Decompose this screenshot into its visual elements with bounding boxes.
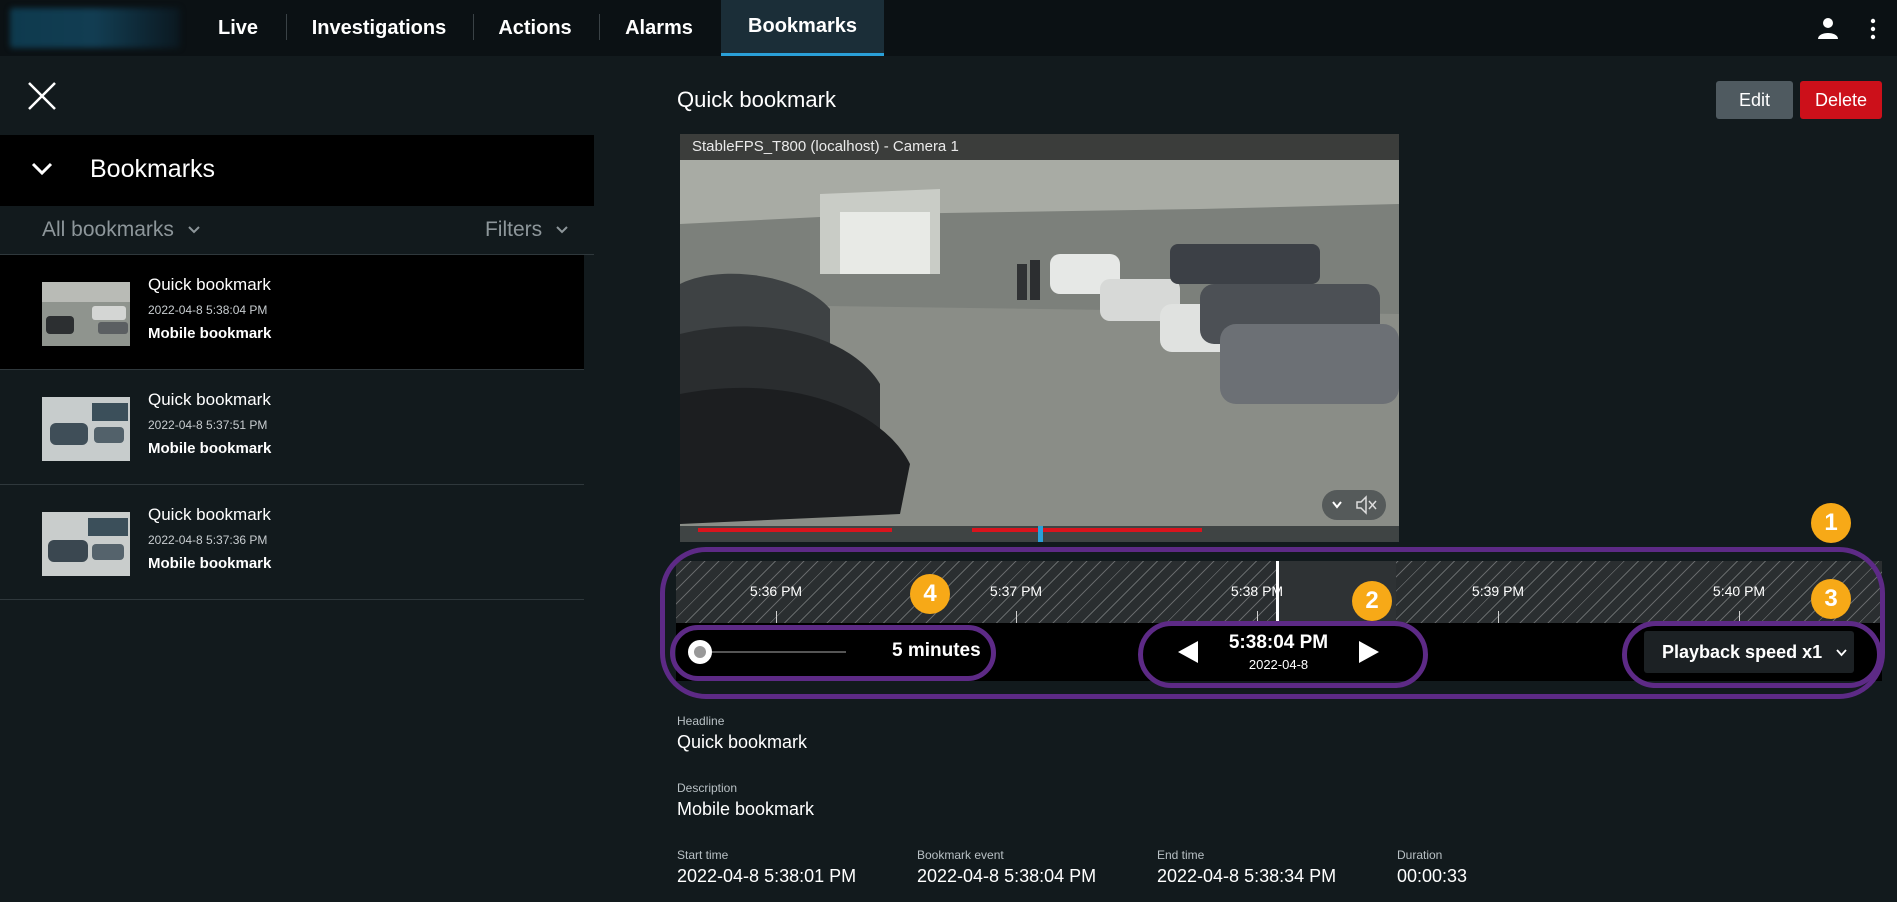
mute-icon[interactable] xyxy=(1352,490,1382,520)
bookmark-description: Mobile bookmark xyxy=(148,555,272,572)
all-bookmarks-dropdown[interactable]: All bookmarks xyxy=(42,218,200,242)
more-vertical-icon[interactable] xyxy=(1870,18,1876,40)
camera-frame xyxy=(680,134,1399,542)
nav-divider xyxy=(286,14,287,40)
end-time-value: 2022-04-8 5:38:34 PM xyxy=(1157,866,1337,886)
logo xyxy=(10,8,180,48)
bookmark-name: Quick bookmark xyxy=(148,505,271,524)
annotation-ring xyxy=(670,625,996,681)
bookmark-date: 2022-04-8 5:37:36 PM xyxy=(148,533,268,547)
end-time-label: End time xyxy=(1157,848,1205,862)
bookmark-date: 2022-04-8 5:37:51 PM xyxy=(148,418,268,432)
filter-row: All bookmarks Filters xyxy=(0,206,594,255)
video-player[interactable]: StableFPS_T800 (localhost) - Camera 1 xyxy=(680,134,1399,542)
camera-title-bar: StableFPS_T800 (localhost) - Camera 1 xyxy=(680,134,1399,160)
bookmark-thumbnail xyxy=(42,512,130,576)
list-item[interactable]: Quick bookmark 2022-04-8 5:37:36 PM Mobi… xyxy=(0,485,584,600)
description-value: Mobile bookmark xyxy=(677,799,815,819)
chevron-down-icon xyxy=(556,226,568,234)
page-title: Quick bookmark xyxy=(677,87,836,112)
user-icon[interactable] xyxy=(1816,16,1840,40)
list-item[interactable]: Quick bookmark 2022-04-8 5:38:04 PM Mobi… xyxy=(0,255,584,370)
video-controls[interactable] xyxy=(1322,490,1386,520)
annotation-ring xyxy=(1138,621,1428,688)
bookmark-date: 2022-04-8 5:38:04 PM xyxy=(148,303,268,317)
top-navigation-bar: Live Investigations Actions Alarms Bookm… xyxy=(0,0,1897,56)
annotation-marker: 2 xyxy=(1352,581,1392,621)
camera-label: StableFPS_T800 (localhost) - Camera 1 xyxy=(692,138,959,155)
bookmark-name: Quick bookmark xyxy=(148,390,271,409)
start-time-label: Start time xyxy=(677,848,729,862)
annotation-marker: 4 xyxy=(910,574,950,614)
start-time-value: 2022-04-8 5:38:01 PM xyxy=(677,866,857,886)
tab-live[interactable]: Live xyxy=(196,0,280,56)
chevron-down-icon[interactable] xyxy=(30,157,54,181)
bookmark-description: Mobile bookmark xyxy=(148,325,272,342)
bookmark-thumbnail xyxy=(42,397,130,461)
filters-label: Filters xyxy=(484,218,543,241)
bookmarks-sidebar: Bookmarks All bookmarks Filters Quick bo… xyxy=(0,56,594,902)
tab-alarms[interactable]: Alarms xyxy=(613,0,705,56)
duration-value: 00:00:33 xyxy=(1397,866,1468,886)
annotation-marker: 3 xyxy=(1811,579,1851,619)
chevron-down-icon xyxy=(188,226,200,234)
bookmark-description: Mobile bookmark xyxy=(148,440,272,457)
list-item[interactable]: Quick bookmark 2022-04-8 5:37:51 PM Mobi… xyxy=(0,370,584,485)
bookmark-event-label: Bookmark event xyxy=(917,848,1004,862)
headline-value: Quick bookmark xyxy=(677,732,808,752)
bookmarks-title: Bookmarks xyxy=(90,155,216,183)
nav-divider xyxy=(599,14,600,40)
headline-label: Headline xyxy=(677,714,725,728)
bookmark-name: Quick bookmark xyxy=(148,275,271,294)
annotation-marker: 1 xyxy=(1811,503,1851,543)
nav-divider xyxy=(473,14,474,40)
edit-button[interactable]: Edit xyxy=(1716,81,1793,119)
filters-dropdown[interactable]: Filters xyxy=(485,218,568,242)
video-scrub-bar[interactable] xyxy=(680,526,1399,542)
delete-button[interactable]: Delete xyxy=(1800,81,1882,119)
tab-bookmarks[interactable]: Bookmarks xyxy=(721,0,884,56)
annotation-ring xyxy=(1622,621,1882,688)
all-bookmarks-label: All bookmarks xyxy=(42,218,174,241)
tab-actions[interactable]: Actions xyxy=(487,0,583,56)
close-icon[interactable] xyxy=(26,80,58,112)
bookmark-thumbnail xyxy=(42,282,130,346)
bookmarks-header[interactable]: Bookmarks xyxy=(0,135,594,206)
description-label: Description xyxy=(677,781,738,795)
tab-investigations[interactable]: Investigations xyxy=(300,0,458,56)
bookmark-event-value: 2022-04-8 5:38:04 PM xyxy=(917,866,1097,886)
duration-label: Duration xyxy=(1397,848,1443,862)
